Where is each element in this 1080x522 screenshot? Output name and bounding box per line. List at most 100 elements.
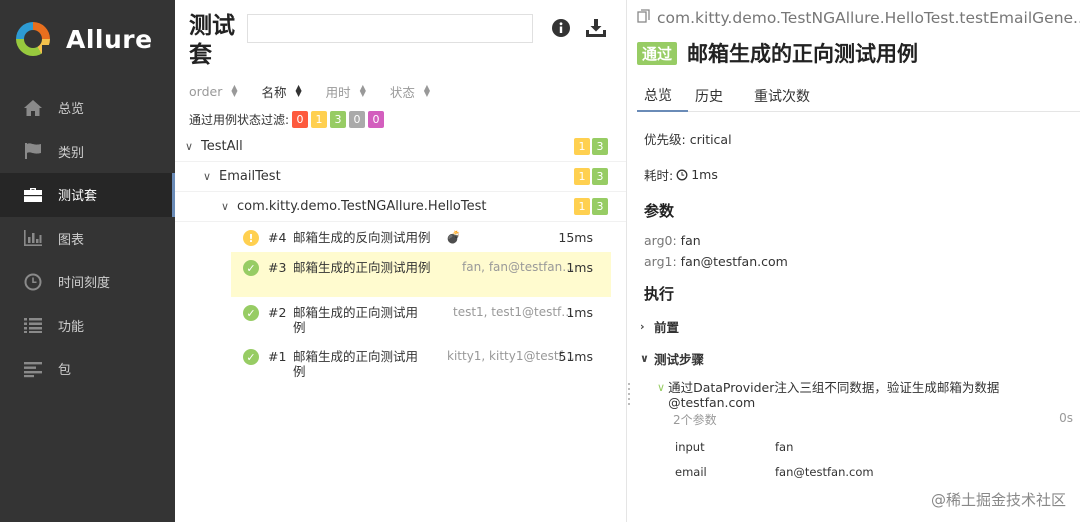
duration-value: 1ms [691,167,718,182]
duration-row: 耗时: 1ms [644,165,1080,184]
passed-count-badge: 3 [592,138,608,155]
test-case-row-3[interactable]: ✓ #3 邮箱生成的正向测试用例 fan, fan@testfan.com 1m… [231,252,611,297]
case-params: fan, fan@testfan.com [462,260,576,274]
suite-tree: ∨ TestAll 1 3 ∨ EmailTest 1 3 ∨ com.kitt… [175,132,626,222]
test-title: 邮箱生成的正向测试用例 [687,42,919,66]
priority-row: 优先级: critical [644,129,1080,148]
steps-section-toggle[interactable]: ∨ 测试步骤 [640,349,1080,368]
execution-heading: 执行 [644,285,675,303]
setup-section-toggle[interactable]: › 前置 [640,317,1080,336]
copy-icon[interactable] [637,8,651,28]
status-filter: 通过用例状态过滤: 0 1 3 0 0 [175,106,626,132]
sidebar-item-overview[interactable]: 总览 [0,86,175,130]
passed-count-badge: 3 [592,198,608,215]
param-value: fan [680,233,701,248]
list-icon [22,315,44,335]
sort-status[interactable]: 状态 ▲ ▼ [390,82,430,101]
search-input[interactable] [247,14,533,43]
suites-pane: 测试套 order ▲ ▼ 名称 ▲ ▼ 用时 ▲ ▼ 状态 ▲ ▼ 通过用例状… [175,0,627,522]
align-left-icon [22,359,44,379]
case-name: 邮箱生成的正向测试用例 [293,349,419,379]
case-name: 邮箱生成的正向测试用例 [293,260,431,275]
filter-unknown-badge[interactable]: 0 [368,110,385,128]
setup-label: 前置 [654,320,680,335]
info-icon[interactable] [551,18,571,42]
sidebar-item-timeline[interactable]: 时间刻度 [0,260,175,304]
test-full-name: com.kitty.demo.TestNGAllure.HelloTest.te… [637,0,1080,30]
suites-toolbar [551,18,607,42]
case-number: #4 [268,230,287,245]
sort-arrows-icon: ▲ ▼ [231,83,238,98]
case-name: 邮箱生成的正向测试用例 [293,305,419,335]
status-badge: 通过 [637,41,678,65]
tab-history[interactable]: 历史 [688,80,747,112]
filter-broken-badge[interactable]: 1 [311,110,328,128]
home-icon [22,98,44,118]
sidebar-item-label: 时间刻度 [58,276,111,292]
sidebar-item-label: 功能 [58,319,85,335]
tree-node-hellotest[interactable]: ∨ com.kitty.demo.TestNGAllure.HelloTest … [175,192,626,222]
sidebar-item-packages[interactable]: 包 [0,347,175,391]
suites-header: 测试套 [175,0,626,76]
test-step[interactable]: ∨ 通过DataProvider注入三组不同数据，验证生成邮箱为数据@testf… [657,380,1037,410]
test-case-row-4[interactable]: ! #4 邮箱生成的反向测试用例 💣 15ms [231,222,611,252]
tree-node-testall[interactable]: ∨ TestAll 1 3 [175,132,626,162]
priority-label: 优先级: [644,132,686,147]
sidebar-item-graphs[interactable]: 图表 [0,217,175,261]
sort-duration[interactable]: 用时 ▲ ▼ [326,82,366,101]
passed-count-badge: 3 [592,168,608,185]
sort-name[interactable]: 名称 ▲ ▼ [262,82,302,101]
sort-duration-label: 用时 [325,84,351,100]
param-name: arg1: [644,254,677,269]
filter-skipped-badge[interactable]: 0 [349,110,366,128]
tree-node-emailtest[interactable]: ∨ EmailTest 1 3 [175,162,626,192]
download-icon[interactable] [585,18,607,42]
allure-logo-icon [16,22,51,56]
sidebar: Allure 总览 类别 测试套 图表 时间刻度 功能 包 [0,0,175,522]
test-case-row-2[interactable]: ✓ #2 邮箱生成的正向测试用例 test1, test1@testfan.co… [231,297,611,341]
tab-retries[interactable]: 重试次数 [747,80,834,112]
sidebar-nav: 总览 类别 测试套 图表 时间刻度 功能 包 [0,86,175,391]
watermark: @稀土掘金技术社区 [930,491,1066,509]
tree-node-label: com.kitty.demo.TestNGAllure.HelloTest [237,199,487,214]
passed-status-icon: ✓ [243,349,259,365]
sort-bar: order ▲ ▼ 名称 ▲ ▼ 用时 ▲ ▼ 状态 ▲ ▼ [175,76,626,106]
case-number: #1 [268,349,287,364]
step-param-row: input fan [675,434,1080,459]
sidebar-item-label: 类别 [58,145,85,161]
sort-arrows-icon: ▲ ▼ [359,83,366,98]
brand[interactable]: Allure [0,0,175,78]
tab-overview[interactable]: 总览 [637,80,688,112]
sidebar-item-suites[interactable]: 测试套 [0,173,175,217]
filter-failed-badge[interactable]: 0 [292,110,309,128]
step-params-summary[interactable]: 2个参数 0s [673,411,1073,428]
priority-value: critical [689,132,732,147]
param-value: fan@testfan.com [680,254,788,269]
case-number: #3 [268,260,287,275]
clock-icon [22,272,44,292]
sort-order[interactable]: order ▲ ▼ [189,84,238,99]
filter-passed-badge[interactable]: 3 [330,110,347,128]
broken-count-badge: 1 [574,198,590,215]
filter-label: 通过用例状态过滤: [189,112,290,127]
test-case-row-1[interactable]: ✓ #1 邮箱生成的正向测试用例 kitty1, kitty1@testfan.… [231,341,611,385]
chevron-down-icon: ∨ [221,200,230,213]
bomb-icon: 💣 [446,230,461,244]
sidebar-item-categories[interactable]: 类别 [0,130,175,174]
sidebar-item-behaviors[interactable]: 功能 [0,304,175,348]
case-name: 邮箱生成的反向测试用例 [293,230,431,245]
brand-name: Allure [66,24,153,54]
sidebar-item-label: 总览 [58,102,85,118]
broken-count-badge: 1 [574,138,590,155]
chevron-down-icon: ∨ [657,381,666,394]
bar-chart-icon [22,228,44,248]
broken-count-badge: 1 [574,168,590,185]
test-detail-pane: com.kitty.demo.TestNGAllure.HelloTest.te… [627,0,1080,522]
node-counts: 1 3 [574,168,610,185]
case-params: test1, test1@testfan.com [453,305,577,319]
chevron-down-icon: ∨ [203,170,212,183]
case-duration: 15ms [558,230,593,245]
allure-report-app: Allure 总览 类别 测试套 图表 时间刻度 功能 包 测试套 order … [0,0,1080,522]
step-title-text: 通过DataProvider注入三组不同数据，验证生成邮箱为数据@testfan… [668,380,1000,410]
chevron-down-icon: ∨ [640,352,649,365]
